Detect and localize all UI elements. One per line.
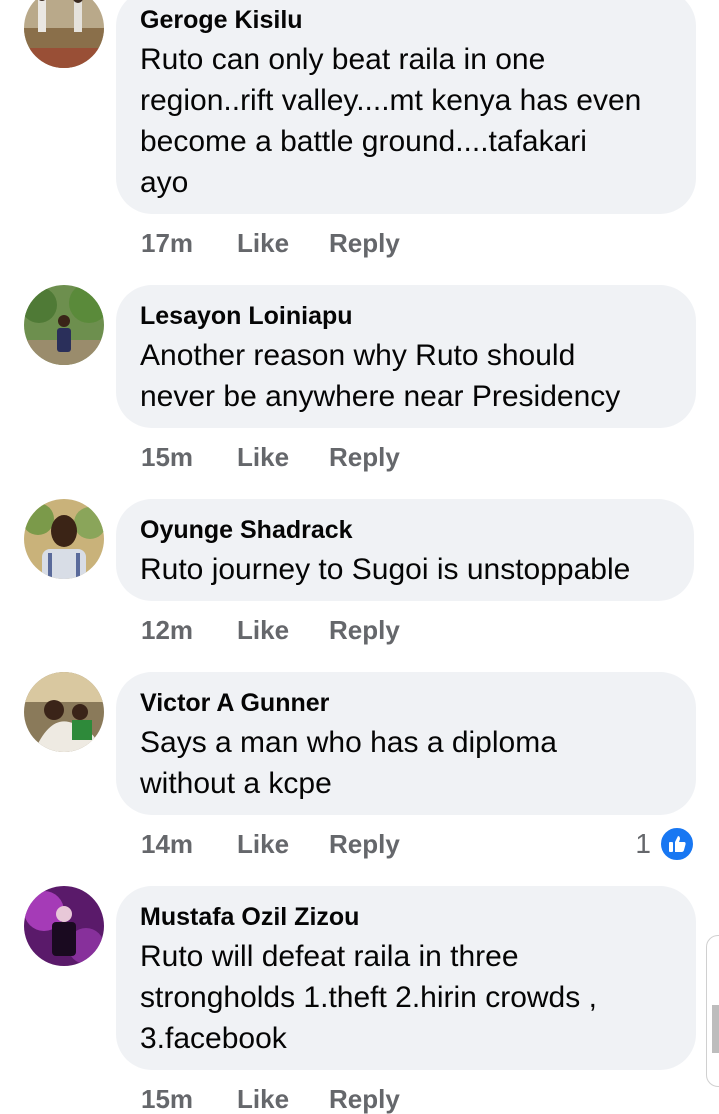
avatar[interactable] [24, 672, 104, 752]
reply-button[interactable]: Reply [329, 228, 400, 258]
like-button[interactable]: Like [237, 1084, 289, 1114]
avatar-photo-icon [24, 886, 104, 966]
scrollbar-thumb[interactable] [712, 1005, 719, 1053]
avatar[interactable] [24, 0, 104, 68]
avatar-photo-icon [24, 285, 104, 365]
like-button[interactable]: Like [237, 615, 289, 645]
comment-bubble: Lesayon Loiniapu Another reason why Ruto… [116, 285, 696, 428]
comment-author[interactable]: Geroge Kisilu [140, 5, 303, 35]
comment-author[interactable]: Victor A Gunner [140, 688, 329, 718]
reaction-summary[interactable]: 1 [635, 826, 695, 862]
comment-text-line: never be anywhere near Presidency [140, 380, 621, 413]
comment-text-line: without a kcpe [140, 767, 332, 800]
comment-timestamp[interactable]: 15m [141, 442, 193, 472]
avatar[interactable] [24, 886, 104, 966]
comment-text-line: region..rift valley....mt kenya has even [140, 84, 642, 117]
comment-timestamp[interactable]: 17m [141, 228, 193, 258]
like-button[interactable]: Like [237, 829, 289, 859]
avatar-photo-icon [24, 672, 104, 752]
comment-timestamp[interactable]: 12m [141, 615, 193, 645]
avatar-photo-icon [24, 0, 104, 68]
reply-button[interactable]: Reply [329, 615, 400, 645]
comment-text-line: Ruto will defeat raila in three [140, 940, 519, 973]
comment-author[interactable]: Mustafa Ozil Zizou [140, 902, 359, 932]
comment-text-line: ayo [140, 166, 189, 199]
reply-button[interactable]: Reply [329, 1084, 400, 1114]
reply-button[interactable]: Reply [329, 442, 400, 472]
like-button[interactable]: Like [237, 442, 289, 472]
comment-bubble: Victor A Gunner Says a man who has a dip… [116, 672, 696, 815]
comment-bubble: Geroge Kisilu Ruto can only beat raila i… [116, 0, 696, 214]
comment-text-line: become a battle ground....tafakari [140, 125, 587, 158]
avatar[interactable] [24, 499, 104, 579]
comment-text-line: Another reason why Ruto should [140, 339, 576, 372]
comment-text-line: Says a man who has a diploma [140, 726, 557, 759]
comment-timestamp[interactable]: 14m [141, 829, 193, 859]
comment-text-line: Ruto journey to Sugoi is unstoppable [140, 553, 631, 586]
comment-text-line: 3.facebook [140, 1022, 287, 1055]
comment-text-line: strongholds 1.theft 2.hirin crowds , [140, 981, 597, 1014]
comment-author[interactable]: Oyunge Shadrack [140, 515, 353, 545]
like-button[interactable]: Like [237, 228, 289, 258]
reply-button[interactable]: Reply [329, 829, 400, 859]
comment-bubble: Mustafa Ozil Zizou Ruto will defeat rail… [116, 886, 696, 1070]
reaction-count: 1 [635, 828, 651, 859]
comment-timestamp[interactable]: 15m [141, 1084, 193, 1114]
avatar-photo-icon [24, 499, 104, 579]
comment-author[interactable]: Lesayon Loiniapu [140, 301, 353, 331]
comment-text-line: Ruto can only beat raila in one [140, 43, 546, 76]
thumbs-up-icon [659, 826, 695, 862]
avatar[interactable] [24, 285, 104, 365]
comment-bubble: Oyunge Shadrack Ruto journey to Sugoi is… [116, 499, 694, 601]
